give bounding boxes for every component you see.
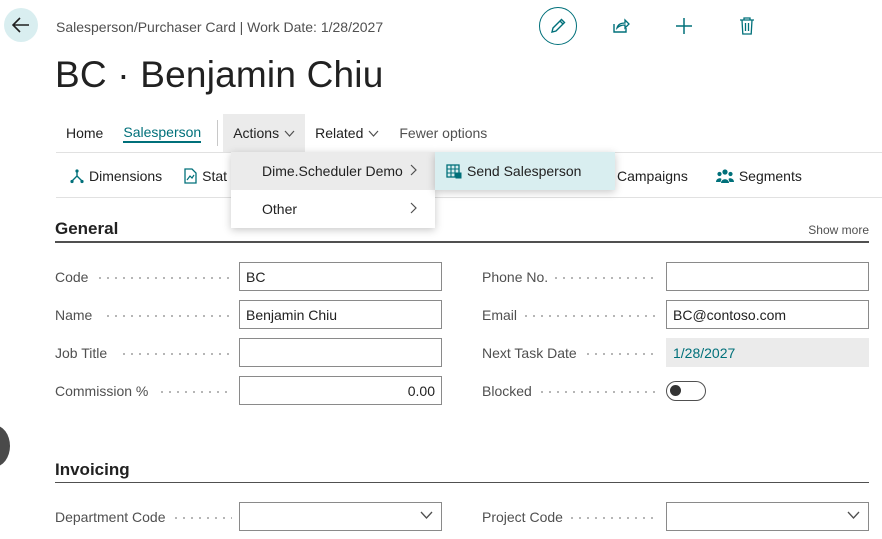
leader-dots bbox=[522, 315, 659, 317]
email-field[interactable]: BC@contoso.com bbox=[666, 300, 869, 329]
commission-label: Commission % bbox=[55, 383, 149, 399]
delete-button[interactable] bbox=[728, 7, 766, 45]
leader-dots bbox=[552, 277, 659, 279]
breadcrumb: Salesperson/Purchaser Card | Work Date: … bbox=[56, 19, 384, 35]
show-more-link[interactable]: Show more bbox=[808, 223, 869, 237]
fewer-options-button[interactable]: Fewer options bbox=[389, 114, 497, 152]
menu-item-other[interactable]: Other bbox=[231, 190, 435, 228]
leader-dots bbox=[568, 517, 659, 519]
actions-dropdown-menu: Dime.Scheduler Demo Other bbox=[231, 152, 435, 228]
toggle-knob bbox=[670, 385, 681, 396]
menu-item-dime-scheduler-demo[interactable]: Dime.Scheduler Demo bbox=[231, 152, 435, 190]
leader-dots bbox=[158, 391, 232, 393]
job-title-label: Job Title bbox=[55, 345, 108, 361]
next-task-date-label: Next Task Date bbox=[482, 345, 577, 361]
chevron-down-icon bbox=[847, 511, 860, 519]
job-title-field[interactable] bbox=[239, 338, 442, 367]
section-rule-general bbox=[55, 241, 869, 243]
section-rule-invoicing bbox=[55, 482, 869, 483]
promoted-actions: Dimensions Stat bbox=[56, 158, 241, 194]
chevron-down-icon bbox=[368, 130, 379, 137]
tab-salesperson[interactable]: Salesperson bbox=[113, 114, 211, 152]
share-button[interactable] bbox=[602, 7, 640, 45]
name-label: Name bbox=[55, 307, 93, 323]
blocked-label: Blocked bbox=[482, 383, 532, 399]
segments-button[interactable]: Segments bbox=[702, 158, 816, 194]
commission-field[interactable]: 0.00 bbox=[239, 376, 442, 405]
phone-field[interactable] bbox=[666, 262, 869, 291]
department-code-label: Department Code bbox=[55, 509, 166, 525]
page-title: BC · Benjamin Chiu bbox=[55, 54, 384, 95]
edit-button[interactable] bbox=[539, 7, 577, 45]
action-bar-divider bbox=[217, 120, 219, 146]
back-arrow-icon bbox=[12, 17, 29, 33]
email-label: Email bbox=[482, 307, 518, 323]
code-field[interactable]: BC bbox=[239, 262, 442, 291]
share-icon bbox=[613, 18, 630, 33]
blocked-toggle[interactable] bbox=[666, 381, 706, 401]
phone-label: Phone No. bbox=[482, 269, 549, 285]
name-field[interactable]: Benjamin Chiu bbox=[239, 300, 442, 329]
leader-dots bbox=[120, 353, 232, 355]
scheduler-grid-icon bbox=[446, 163, 462, 179]
trash-icon bbox=[740, 17, 754, 35]
people-icon bbox=[715, 168, 734, 184]
project-code-select[interactable] bbox=[666, 502, 869, 531]
pencil-icon bbox=[551, 18, 566, 33]
action-bar: Home Salesperson Actions Related Fewer o… bbox=[56, 114, 497, 152]
section-title-general: General bbox=[55, 219, 119, 238]
related-menu-button[interactable]: Related bbox=[305, 114, 389, 152]
chevron-right-icon bbox=[410, 164, 417, 176]
dimensions-icon bbox=[70, 168, 84, 184]
back-button[interactable] bbox=[4, 8, 38, 42]
menu-item-send-salesperson[interactable]: Send Salesperson bbox=[435, 152, 615, 190]
statistics-icon bbox=[184, 168, 197, 184]
leader-dots bbox=[172, 517, 232, 519]
promoted-divider-line bbox=[56, 197, 882, 198]
next-task-date-field: 1/28/2027 bbox=[666, 338, 869, 367]
project-code-label: Project Code bbox=[482, 509, 563, 525]
plus-icon bbox=[676, 18, 692, 34]
leader-dots bbox=[538, 391, 659, 393]
dimensions-button[interactable]: Dimensions bbox=[56, 158, 176, 194]
chevron-down-icon bbox=[420, 511, 433, 519]
side-panel-handle[interactable] bbox=[0, 425, 10, 467]
tab-home[interactable]: Home bbox=[56, 114, 113, 152]
chevron-right-icon bbox=[410, 202, 417, 214]
new-button[interactable] bbox=[665, 7, 703, 45]
department-code-select[interactable] bbox=[239, 502, 442, 531]
leader-dots bbox=[584, 353, 659, 355]
leader-dots bbox=[96, 277, 232, 279]
chevron-down-icon bbox=[284, 130, 295, 137]
section-title-invoicing: Invoicing bbox=[55, 460, 130, 479]
code-label: Code bbox=[55, 269, 89, 285]
actions-menu-button[interactable]: Actions bbox=[223, 114, 306, 152]
leader-dots bbox=[104, 315, 232, 317]
top-actions bbox=[539, 7, 766, 45]
